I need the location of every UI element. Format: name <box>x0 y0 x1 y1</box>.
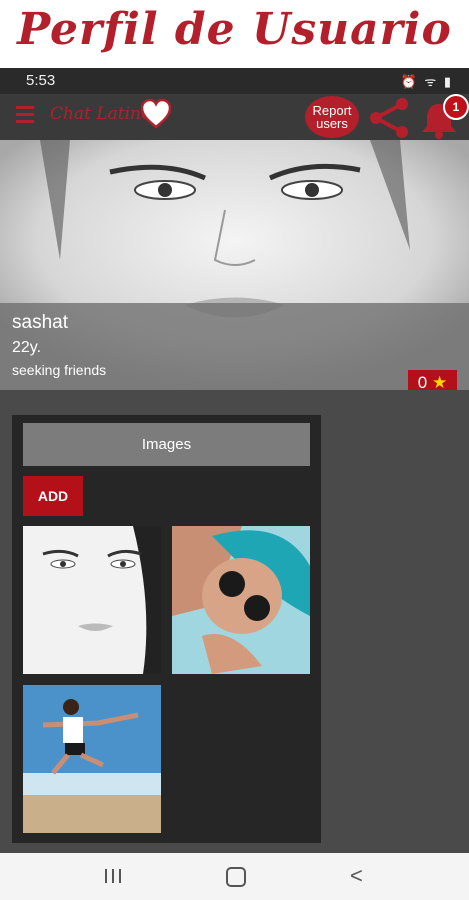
star-icon: ★ <box>431 373 448 390</box>
profile-info-overlay: sashat 22y. seeking friends <box>0 303 469 390</box>
recents-icon[interactable] <box>103 868 123 884</box>
images-section-button[interactable]: Images <box>23 423 310 466</box>
gallery-thumbnail-blue-hair[interactable] <box>172 526 310 674</box>
profile-seeking: seeking friends <box>12 362 107 378</box>
status-icons: ⏰ ᯤ ▮ <box>400 74 453 89</box>
app-bar: Chat Latino Report users 1 <box>0 94 469 140</box>
system-nav-bar: < <box>0 853 469 900</box>
home-icon[interactable] <box>226 867 246 887</box>
heart-logo-icon <box>140 98 172 129</box>
gallery-thumbnail-beach-jump[interactable] <box>23 685 161 833</box>
status-bar: 5:53 ⏰ ᯤ ▮ <box>0 68 469 94</box>
notification-badge: 1 <box>443 94 469 120</box>
profile-name: sashat <box>12 312 68 333</box>
add-image-button[interactable]: ADD <box>23 476 83 516</box>
report-users-button[interactable]: Report users <box>305 96 359 138</box>
gallery-thumbnail-face[interactable] <box>23 526 161 674</box>
back-icon[interactable]: < <box>350 863 363 889</box>
images-panel: Images ADD <box>12 415 321 843</box>
banner-title: Perfil de Usuario <box>17 4 452 55</box>
profile-hero-photo[interactable]: sashat 22y. seeking friends 0 ★ <box>0 140 469 390</box>
rating-badge[interactable]: 0 ★ <box>408 370 457 390</box>
phone-screen: 5:53 ⏰ ᯤ ▮ Chat Latino Report users 1 sa… <box>0 68 469 900</box>
rating-value: 0 <box>417 373 428 390</box>
report-label-line2: users <box>316 116 348 131</box>
app-logo-text: Chat Latino <box>50 104 152 124</box>
status-time: 5:53 <box>26 72 56 89</box>
share-icon[interactable] <box>364 96 414 140</box>
menu-icon[interactable] <box>16 106 34 124</box>
title-banner: Perfil de Usuario <box>0 0 469 68</box>
profile-age: 22y. <box>12 339 42 356</box>
